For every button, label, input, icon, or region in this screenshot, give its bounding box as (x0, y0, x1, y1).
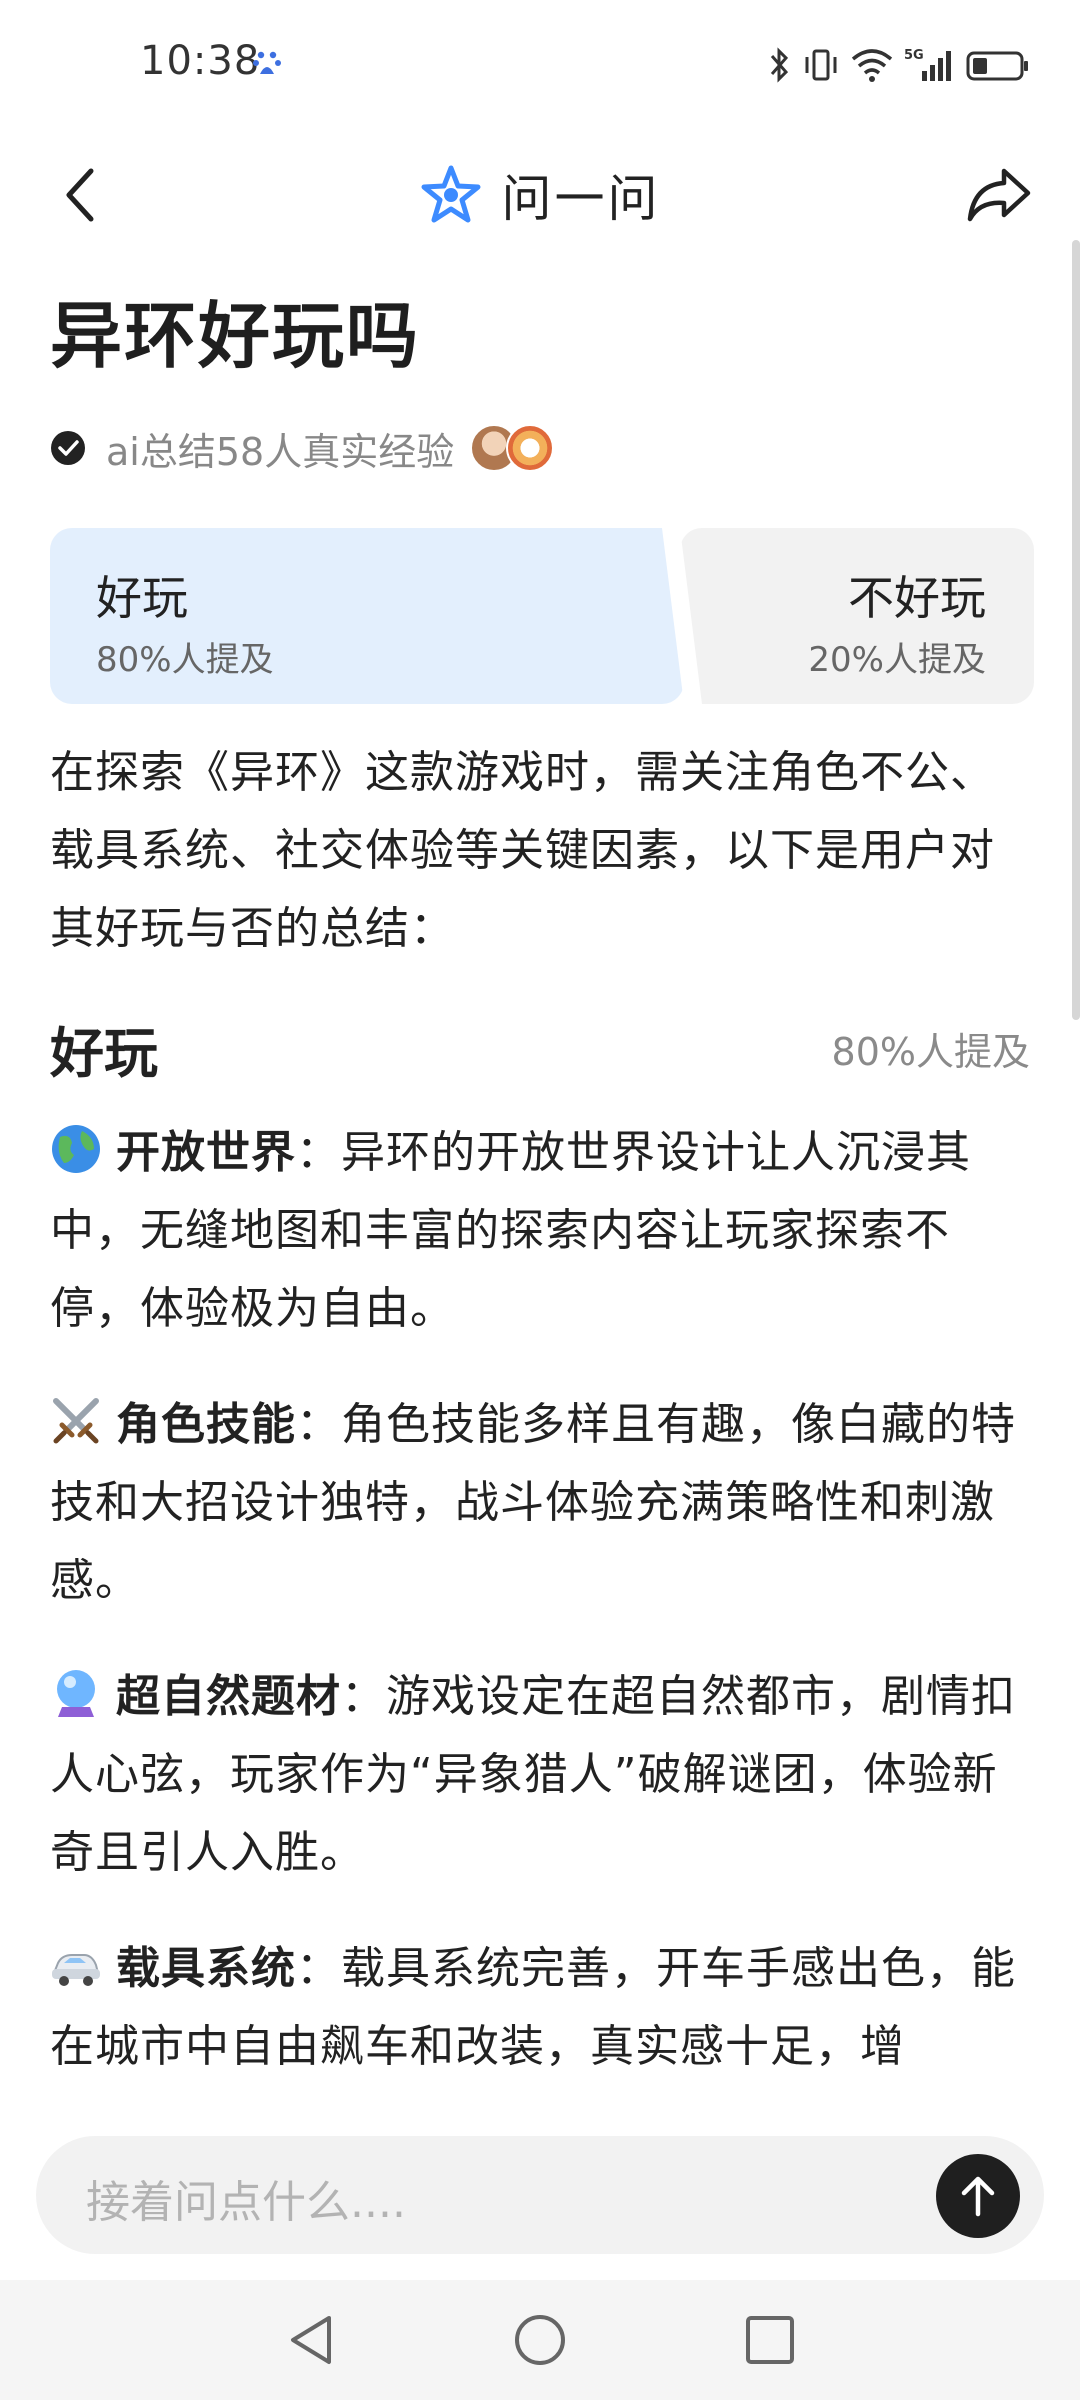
section-header: 好玩 80%人提及 (50, 1008, 1030, 1088)
list-item: 超自然题材：游戏设定在超自然都市，剧情扣人心弦，玩家作为“异象猎人”破解谜团，体… (50, 1658, 1030, 1892)
vote-card-good[interactable]: 好玩 80%人提及 (50, 528, 684, 704)
crystal-ball-icon (57, 1670, 95, 1717)
ask-placeholder: 接着问点什么.... (86, 2177, 406, 2228)
vote-good-percent: 80%人提及 (96, 640, 274, 680)
send-button[interactable] (936, 2154, 1020, 2238)
list-item: 开放世界：异环的开放世界设计让人沉浸其中，无缝地图和丰富的探索内容让玩家探索不停… (50, 1114, 1030, 1348)
system-home-button[interactable] (510, 2310, 570, 2370)
share-icon (967, 168, 1031, 222)
triangle-back-icon (291, 2316, 331, 2364)
section-title: 好玩 (50, 1021, 158, 1085)
system-nav-bar (0, 2280, 1080, 2400)
wifi-icon (851, 49, 893, 82)
check-circle-icon (51, 431, 85, 465)
status-bar: 10:38 5G (0, 0, 1080, 130)
nav-title-group: 问一问 (0, 150, 1080, 240)
bluetooth-icon (770, 47, 789, 83)
arrow-up-icon (961, 2176, 995, 2217)
vote-good-label: 好玩 (96, 571, 188, 625)
point-heading: 超自然题材 (116, 1671, 341, 1722)
star-logo-icon (421, 165, 480, 223)
nav-bar: 问一问 (0, 130, 1080, 260)
circle-home-icon (515, 2315, 565, 2365)
baidu-icon (253, 51, 281, 74)
system-back-button[interactable] (280, 2310, 340, 2370)
status-time: 10:38 (140, 38, 261, 84)
car-icon (52, 1954, 100, 1986)
vibrate-icon (805, 49, 837, 81)
summary-text: ai总结58人真实经验 (106, 429, 455, 474)
globe-icon (52, 1125, 100, 1173)
status-icons: 5G (768, 40, 1030, 90)
summary-line[interactable]: ai总结58人真实经验 (50, 416, 1030, 480)
system-recents-button[interactable] (740, 2310, 800, 2370)
list-item: 载具系统：载具系统完善，开车手感出色，能在城市中自由飙车和改装，真实感十足，增 (50, 1930, 1030, 2086)
vote-cards: 好玩 80%人提及 不好玩 20%人提及 (50, 528, 1034, 704)
answer-content: 异环好玩吗 ai总结58人真实经验 好玩 80%人提及 不好玩 20%人提及 在… (50, 260, 1034, 2086)
svg-text:5G: 5G (904, 48, 924, 63)
nav-title: 问一问 (501, 170, 661, 228)
crossed-swords-icon (53, 1398, 99, 1444)
scrollbar[interactable] (1072, 240, 1080, 1020)
avatar-group (470, 424, 555, 472)
intro-paragraph: 在探索《异环》这款游戏时，需关注角色不公、载具系统、社交体验等关键因素，以下是用… (50, 747, 995, 954)
battery-icon (966, 51, 1028, 81)
vote-bad-percent: 20%人提及 (808, 640, 986, 680)
list-item: 角色技能：角色技能多样且有趣，像白藏的特技和大招设计独特，战斗体验充满策略性和刺… (50, 1386, 1030, 1620)
share-button[interactable] (954, 150, 1044, 240)
square-recents-icon (746, 2316, 794, 2364)
avatar (506, 424, 555, 472)
point-heading: 角色技能 (116, 1399, 296, 1450)
5g-signal-icon: 5G (904, 48, 951, 81)
point-heading: 开放世界 (116, 1127, 296, 1178)
page-title: 异环好玩吗 (50, 294, 421, 378)
section-meta: 80%人提及 (831, 1029, 1030, 1074)
vote-card-bad[interactable]: 不好玩 20%人提及 (680, 528, 1034, 704)
ask-input[interactable]: 接着问点什么.... (36, 2136, 1044, 2254)
vote-bad-label: 不好玩 (848, 571, 986, 625)
point-heading: 载具系统 (116, 1943, 296, 1994)
